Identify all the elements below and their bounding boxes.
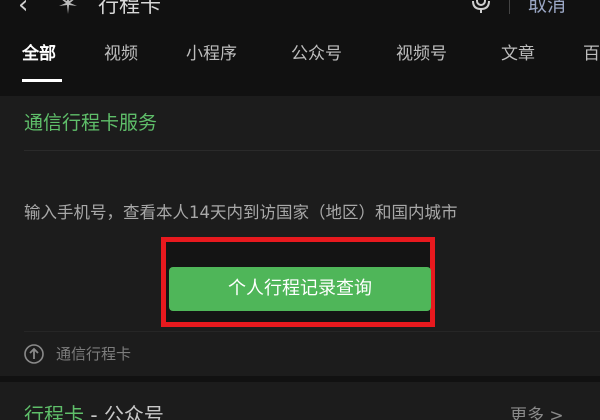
microphone-icon[interactable]: [470, 0, 492, 14]
header-divider: [509, 0, 510, 14]
card-divider: [24, 150, 600, 151]
next-result-title[interactable]: 行程卡 - 公众号: [24, 402, 164, 420]
search-query-text[interactable]: 行程卡: [98, 0, 161, 18]
card-footer-divider: [24, 331, 600, 332]
next-result-section: 行程卡 - 公众号 更多 >: [0, 382, 600, 420]
chevron-left-icon[interactable]: ‹: [18, 0, 28, 18]
tab-official-account[interactable]: 公众号: [291, 42, 342, 66]
tab-articles[interactable]: 文章: [501, 42, 535, 66]
more-link[interactable]: 更多 >: [510, 404, 564, 420]
tab-all[interactable]: 全部: [22, 42, 56, 66]
sparkle-icon: [59, 0, 77, 14]
tab-mini-program[interactable]: 小程序: [186, 42, 237, 66]
search-results-page: ‹ 行程卡 取消 全部 视频 小程序 公众号 视频号 文章 百 通信行程卡服务 …: [0, 0, 600, 420]
trip-record-query-button[interactable]: 个人行程记录查询: [169, 267, 431, 311]
next-title-subtitle: 公众号: [103, 403, 164, 420]
active-tab-indicator: [22, 79, 62, 82]
card-title[interactable]: 通信行程卡服务: [24, 110, 157, 136]
search-header: ‹ 行程卡 取消: [0, 0, 600, 22]
tab-channels[interactable]: 视频号: [396, 42, 447, 66]
source-name[interactable]: 通信行程卡: [56, 342, 131, 366]
cancel-button[interactable]: 取消: [528, 0, 566, 18]
tab-more-cut[interactable]: 百: [583, 42, 600, 66]
next-title-separator: -: [84, 403, 104, 420]
next-title-main: 行程卡: [24, 403, 84, 420]
card-description: 输入手机号，查看本人14天内到访国家（地区）和国内城市: [24, 203, 458, 222]
arrow-up-circle-icon: [24, 344, 44, 364]
service-card: 通信行程卡服务 输入手机号，查看本人14天内到访国家（地区）和国内城市 个人行程…: [0, 96, 600, 376]
result-tabs: 全部 视频 小程序 公众号 视频号 文章 百: [0, 30, 600, 90]
tab-video[interactable]: 视频: [104, 42, 138, 66]
